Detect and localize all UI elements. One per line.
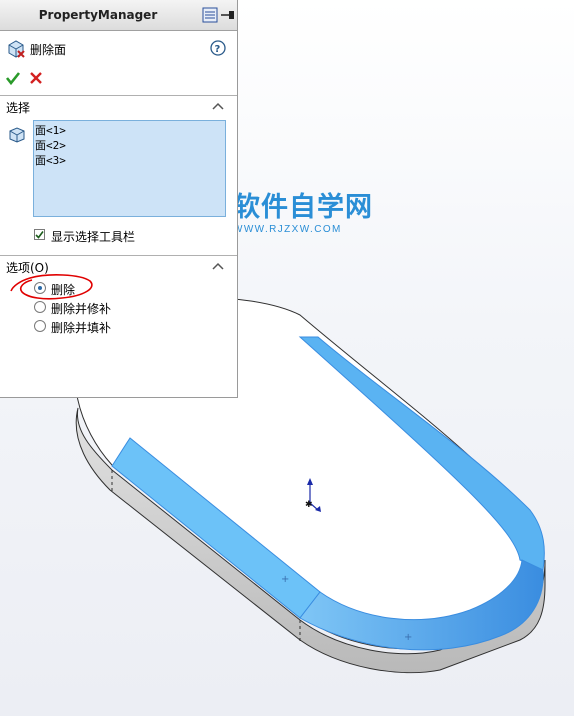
delete-and-fill-label: 删除并填补 <box>51 321 112 335</box>
ok-icon[interactable] <box>5 70 21 89</box>
svg-text:?: ? <box>215 44 221 55</box>
list-item[interactable]: 面<2> <box>35 138 225 153</box>
options-section-header[interactable]: 选项(O) <box>0 255 237 276</box>
toggle-view-icon[interactable] <box>202 7 218 26</box>
delete-and-patch-label: 删除并修补 <box>51 302 112 316</box>
watermark-en: WWW.RJZXW.COM <box>233 224 342 235</box>
list-item[interactable]: 面<3> <box>35 153 225 168</box>
delete-and-fill-radio[interactable] <box>34 320 46 332</box>
help-icon[interactable]: ? <box>210 40 226 59</box>
panel-title: PropertyManager <box>38 8 158 22</box>
pin-icon[interactable] <box>220 7 236 26</box>
face-selection-icon <box>8 126 26 147</box>
delete-and-patch-radio[interactable] <box>34 301 46 313</box>
face-marker: + <box>404 632 412 643</box>
delete-radio[interactable] <box>34 282 46 294</box>
show-toolbar-label: 显示选择工具栏 <box>51 230 136 244</box>
feature-name: 删除面 <box>30 43 67 57</box>
delete-face-feature-icon <box>6 38 26 61</box>
list-item[interactable]: 面<1> <box>35 123 225 138</box>
collapse-chevron-icon[interactable] <box>212 260 224 274</box>
watermark-cn: 软件自学网 <box>233 192 373 223</box>
show-toolbar-checkbox[interactable] <box>34 229 45 240</box>
property-manager-header: PropertyManager <box>0 0 237 31</box>
delete-radio-label: 删除 <box>51 283 76 297</box>
face-selection-list[interactable]: 面<1> 面<2> 面<3> <box>33 120 226 217</box>
cancel-icon[interactable] <box>28 70 44 89</box>
face-marker: + <box>281 574 289 585</box>
options-section-title: 选项(O) <box>6 261 49 275</box>
selection-section-title: 选择 <box>6 101 31 115</box>
selection-section-header[interactable]: 选择 <box>0 95 237 116</box>
collapse-chevron-icon[interactable] <box>212 100 224 114</box>
svg-text:✱: ✱ <box>305 500 313 510</box>
property-manager-panel: PropertyManager 删除面 ? 选择 面<1> 面<2> 面<3> <box>0 0 238 398</box>
watermark: 软件自学网 WWW.RJZXW.COM <box>233 192 373 236</box>
